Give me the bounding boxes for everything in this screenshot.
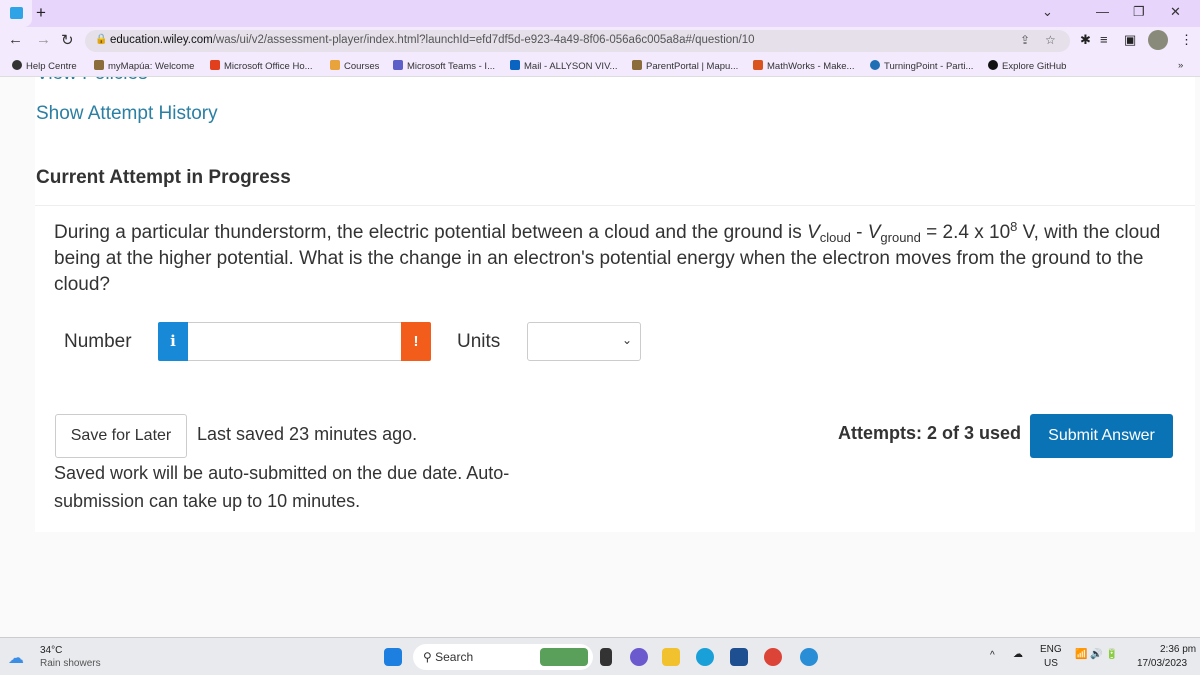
clock-time[interactable]: 2:36 pm (1160, 644, 1196, 655)
close-icon[interactable]: ✕ (1170, 4, 1181, 20)
view-policies-link[interactable]: View Policies (36, 77, 148, 85)
mathworks-icon (753, 60, 763, 70)
tab-strip: + ⌄ — ❐ ✕ (0, 0, 1200, 27)
save-for-later-button[interactable]: Save for Later (55, 414, 187, 458)
search-highlight-icon (540, 648, 588, 666)
mapua-icon (94, 60, 104, 70)
bookmark[interactable]: Courses (330, 60, 379, 72)
chat-icon[interactable] (630, 648, 648, 666)
info-icon[interactable]: i (158, 322, 188, 361)
bookmark[interactable]: myMapúa: Welcome (94, 60, 194, 72)
browser-toolbar: ← → ↻ 🔒 education.wiley.com/was/ui/v2/as… (0, 27, 1200, 55)
auto-submit-notice: Saved work will be auto-submitted on the… (54, 463, 510, 511)
outlook-icon (510, 60, 520, 70)
file-explorer-icon[interactable] (662, 648, 680, 666)
bookmarks-bar: Help Centre myMapúa: Welcome Microsoft O… (0, 55, 1200, 77)
tab-wiley[interactable] (0, 0, 32, 27)
back-icon[interactable]: ← (8, 31, 23, 48)
chevron-down-icon: ⌄ (621, 333, 632, 347)
onedrive-icon[interactable]: ☁ (1013, 649, 1023, 660)
wifi-volume-battery-icon[interactable]: 📶 🔊 🔋 (1075, 649, 1118, 660)
bookmark[interactable]: Help Centre (12, 60, 77, 72)
warning-icon[interactable]: ! (401, 322, 431, 361)
address-bar[interactable]: 🔒 education.wiley.com/was/ui/v2/assessme… (85, 30, 1070, 52)
weather-desc[interactable]: Rain showers (40, 658, 101, 669)
url-text: education.wiley.com/was/ui/v2/assessment… (110, 34, 755, 46)
clock-date[interactable]: 17/03/2023 (1137, 658, 1187, 669)
menu-icon[interactable]: ⋮ (1180, 32, 1193, 48)
weather-icon[interactable]: ☁ (8, 648, 24, 668)
lock-icon: 🔒 (95, 34, 108, 45)
bookmark[interactable]: ParentPortal | Mapu... (632, 60, 738, 72)
bookmark[interactable]: Mail - ALLYSON VIV... (510, 60, 617, 72)
teams-icon (393, 60, 403, 70)
language-code[interactable]: ENG (1040, 644, 1062, 655)
question-card: During a particular thunderstorm, the el… (35, 205, 1195, 295)
bookmark[interactable]: TurningPoint - Parti... (870, 60, 973, 72)
last-saved-text: Last saved 23 minutes ago. (197, 424, 418, 444)
globe-icon (12, 60, 22, 70)
new-tab-button[interactable]: + (36, 3, 46, 23)
chrome-icon[interactable] (764, 648, 782, 666)
units-select[interactable]: ⌄ (527, 322, 641, 361)
search-icon: ⚲ (423, 650, 436, 664)
tab-search-icon[interactable]: ⌄ (1042, 4, 1053, 20)
store-icon[interactable] (730, 648, 748, 666)
bookmark[interactable]: Microsoft Teams - I... (393, 60, 495, 72)
bookmark[interactable]: Explore GitHub (988, 60, 1066, 72)
number-input[interactable] (188, 322, 401, 361)
profile-avatar[interactable] (1148, 30, 1168, 50)
reading-list-icon[interactable]: ≡ (1100, 32, 1108, 47)
mapua-icon (632, 60, 642, 70)
start-icon[interactable] (384, 648, 402, 666)
units-label: Units (457, 331, 501, 352)
assessment-page: View Policies Show Attempt History Curre… (35, 77, 1195, 532)
page-title: Current Attempt in Progress (36, 167, 291, 188)
weather-temp[interactable]: 34°C (40, 645, 62, 656)
telegram-icon[interactable] (800, 648, 818, 666)
courses-icon (330, 60, 340, 70)
extensions-icon[interactable]: ✱ (1080, 32, 1091, 48)
language-region[interactable]: US (1044, 658, 1058, 669)
restore-icon[interactable]: ❐ (1133, 4, 1145, 20)
task-view-icon[interactable] (600, 648, 612, 666)
submit-answer-button[interactable]: Submit Answer (1030, 414, 1173, 458)
side-panel-icon[interactable]: ▣ (1124, 32, 1136, 48)
github-icon (988, 60, 998, 70)
attempts-counter: Attempts: 2 of 3 used (838, 423, 1022, 443)
bookmark[interactable]: MathWorks - Make... (753, 60, 854, 72)
minimize-icon[interactable]: — (1096, 4, 1109, 19)
office-icon (210, 60, 220, 70)
show-attempt-history-link[interactable]: Show Attempt History (36, 103, 218, 125)
number-label: Number (64, 331, 132, 352)
forward-icon[interactable]: → (36, 31, 51, 48)
reload-icon[interactable]: ↻ (61, 31, 74, 49)
turningpoint-icon (870, 60, 880, 70)
more-bookmarks-button[interactable]: » (1178, 60, 1183, 71)
edge-icon[interactable] (696, 648, 714, 666)
share-icon[interactable]: ⇪ (1020, 33, 1030, 47)
taskbar: ☁ 34°C Rain showers ⚲ Search ^ ☁ ENG US … (0, 637, 1200, 675)
bookmark[interactable]: Microsoft Office Ho... (210, 60, 313, 72)
wiley-favicon-icon (10, 7, 23, 19)
question-text: During a particular thunderstorm, the el… (54, 219, 1161, 295)
chevron-up-icon[interactable]: ^ (990, 650, 995, 661)
bookmark-star-icon[interactable]: ☆ (1045, 33, 1056, 47)
